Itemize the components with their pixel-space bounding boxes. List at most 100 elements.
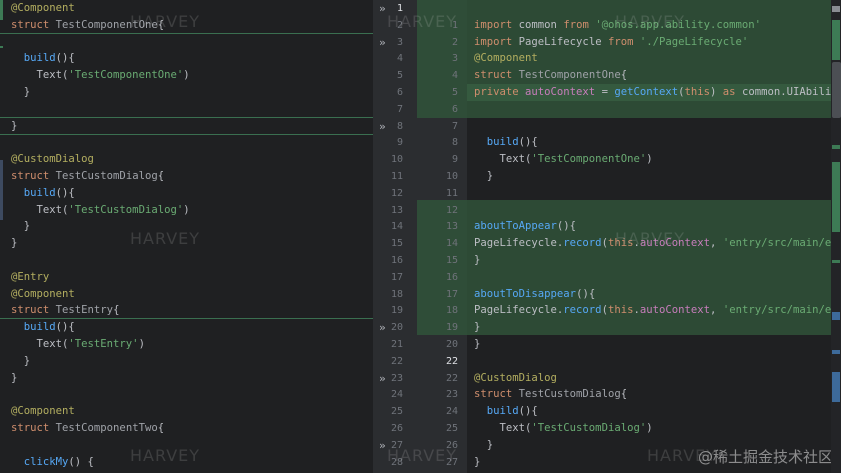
code-token: @Component — [474, 52, 538, 65]
code-token: clickMy — [23, 455, 69, 468]
code-line[interactable] — [0, 101, 373, 118]
code-line[interactable]: } — [467, 319, 841, 336]
code-line[interactable]: } — [467, 252, 841, 269]
code-line[interactable]: Text('TestCustomDialog') — [0, 202, 373, 219]
code-line[interactable]: struct TestComponentTwo{ — [0, 420, 373, 437]
code-line[interactable]: @Component — [0, 286, 373, 303]
code-line[interactable] — [467, 353, 841, 370]
line-number-left: 21 — [390, 339, 403, 350]
merge-chevron-icon[interactable]: » — [379, 34, 386, 51]
watermark: HARVEY — [615, 229, 686, 248]
code-line[interactable]: Text('TestEntry') — [0, 336, 373, 353]
line-number-right: 11 — [445, 187, 458, 199]
code-token: TestEntry — [55, 304, 114, 317]
right-editor-pane[interactable]: import common from '@ohos.app.ability.co… — [467, 0, 841, 473]
line-number-left: 6 — [396, 87, 403, 98]
code-line[interactable] — [467, 185, 841, 202]
code-line[interactable]: Text('TestComponentOne') — [467, 151, 841, 168]
code-line[interactable]: aboutToDisappear(){ — [467, 286, 841, 303]
code-line[interactable]: build(){ — [0, 185, 373, 202]
code-token: aboutToAppear — [474, 220, 557, 233]
code-token: struct — [11, 18, 56, 31]
code-token: TestCustomDialog — [55, 170, 158, 182]
code-line[interactable]: struct TestEntry{ — [0, 302, 373, 319]
code-line[interactable]: } — [0, 118, 373, 135]
change-marker[interactable] — [832, 372, 840, 402]
code-token: import — [474, 18, 519, 31]
change-marker[interactable] — [832, 162, 840, 232]
watermark: HARVEY — [130, 12, 201, 31]
code-line[interactable]: Text('TestComponentOne') — [0, 67, 373, 84]
code-token: build — [23, 321, 56, 334]
merge-chevron-icon[interactable]: » — [379, 437, 386, 454]
code-token: 'TestCustomDialog' — [68, 203, 184, 216]
change-marker[interactable] — [832, 20, 840, 60]
change-marker[interactable] — [832, 350, 840, 354]
code-line[interactable]: build(){ — [467, 134, 841, 151]
scrollbar-thumb[interactable] — [832, 62, 841, 118]
code-text: build(){ — [11, 185, 75, 202]
code-token: } — [474, 321, 481, 334]
watermark: HARVEY — [130, 229, 201, 248]
code-token: this — [607, 304, 634, 317]
code-token: common.UIAbilityC — [741, 86, 841, 98]
merge-chevron-icon[interactable]: » — [379, 118, 386, 135]
left-editor-pane[interactable]: @Component struct TestComponentOne{ build… — [0, 0, 373, 473]
code-text: @CustomDialog — [474, 370, 557, 387]
merge-chevron-icon[interactable]: » — [379, 0, 386, 17]
code-text: struct TestCustomDialog{ — [474, 386, 627, 403]
code-token: 'TestCustomDialog' — [531, 422, 647, 434]
code-token: } — [474, 455, 481, 468]
line-number-right: 22 — [445, 372, 458, 384]
vertical-scrollbar[interactable] — [831, 0, 841, 473]
code-token: @Component — [11, 287, 75, 300]
code-line[interactable] — [0, 386, 373, 403]
code-token: Text( — [11, 69, 69, 82]
code-line[interactable]: @CustomDialog — [0, 151, 373, 168]
code-line[interactable]: import PageLifecycle from './PageLifecyc… — [467, 34, 841, 51]
code-token: 'entry/src/main/ets/ — [722, 304, 841, 317]
code-line[interactable]: build(){ — [0, 319, 373, 336]
code-line[interactable]: } — [467, 336, 841, 353]
code-line[interactable] — [0, 134, 373, 151]
code-text: } — [11, 118, 17, 135]
warning-marker-icon[interactable] — [832, 6, 840, 12]
merge-chevron-icon[interactable]: » — [379, 370, 386, 387]
code-line[interactable]: } — [0, 84, 373, 101]
code-text: struct TestEntry{ — [11, 302, 119, 319]
code-text: build(){ — [11, 50, 75, 67]
code-text: } — [474, 336, 480, 353]
code-line[interactable]: @CustomDialog — [467, 370, 841, 387]
code-line[interactable]: Text('TestCustomDialog') — [467, 420, 841, 437]
merge-chevron-icon[interactable]: » — [379, 319, 386, 336]
code-line[interactable]: } — [0, 370, 373, 387]
code-line[interactable]: struct TestCustomDialog{ — [467, 386, 841, 403]
code-line[interactable]: } — [467, 168, 841, 185]
code-line[interactable] — [0, 34, 373, 51]
code-line[interactable]: } — [0, 353, 373, 370]
line-number-right: 8 — [451, 137, 458, 149]
code-token: struct — [11, 170, 56, 182]
change-marker[interactable] — [832, 260, 840, 263]
code-line[interactable]: @Component — [467, 50, 841, 67]
code-token: TestComponentOne — [518, 69, 621, 82]
code-line[interactable]: struct TestCustomDialog{ — [0, 168, 373, 185]
code-line[interactable]: build(){ — [0, 50, 373, 67]
code-line[interactable] — [467, 101, 841, 118]
code-line[interactable]: @Entry — [0, 269, 373, 286]
code-text: PageLifecycle.record(this.autoContext, '… — [474, 302, 841, 319]
code-token: as — [722, 86, 742, 98]
code-token: 'TestComponentOne' — [531, 153, 647, 166]
code-line[interactable]: struct TestComponentOne{ — [467, 67, 841, 84]
code-line[interactable]: @Component — [0, 403, 373, 420]
change-marker[interactable] — [832, 145, 840, 149]
code-line[interactable]: PageLifecycle.record(this.autoContext, '… — [467, 302, 841, 319]
change-marker[interactable] — [832, 312, 840, 320]
code-line[interactable] — [467, 118, 841, 135]
code-line[interactable] — [0, 252, 373, 269]
code-line[interactable]: private autoContext = getContext(this) a… — [467, 84, 841, 101]
code-line[interactable] — [467, 269, 841, 286]
code-token: private — [474, 86, 526, 98]
code-line[interactable]: build(){ — [467, 403, 841, 420]
code-line[interactable] — [467, 202, 841, 219]
